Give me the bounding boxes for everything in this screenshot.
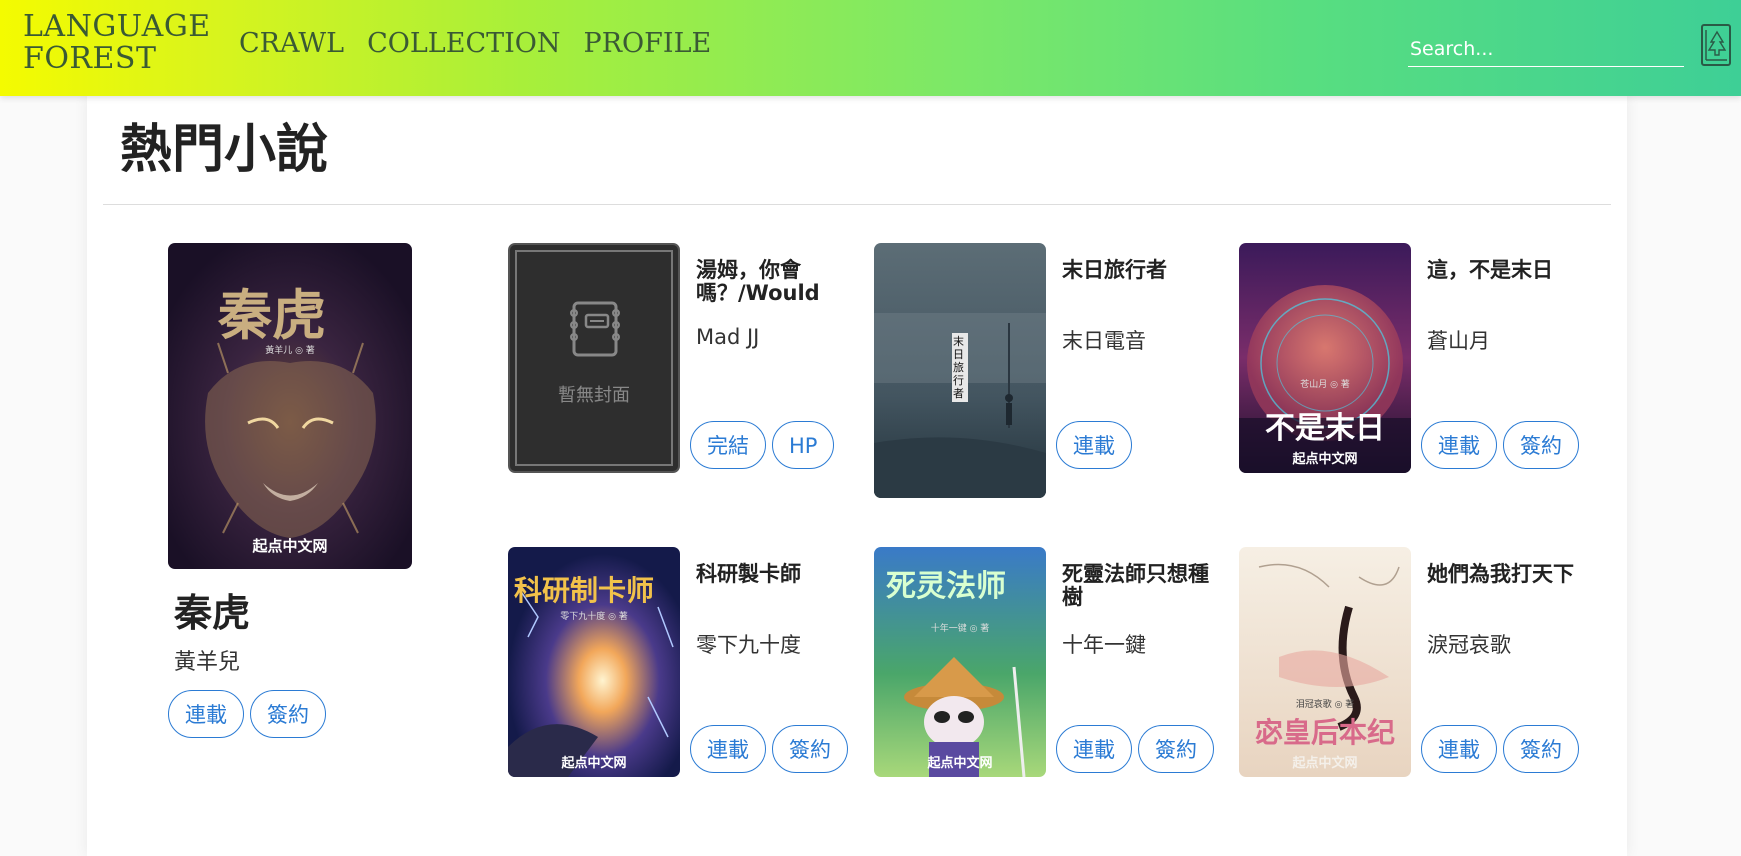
tag-signed[interactable]: 簽約 [772, 725, 848, 773]
book-cover[interactable]: 苍山月 ◎ 著 不是末日 起点中文网 [1239, 243, 1411, 473]
featured-cover-title: 秦虎 [218, 283, 326, 347]
cover-title: 不是末日 [1265, 411, 1385, 446]
book-author: 零下九十度 [696, 633, 801, 657]
tag-serializing[interactable]: 連載 [1056, 725, 1132, 773]
featured-cover-author: 黃羊儿 ◎ 著 [265, 346, 315, 356]
cover-brand: 起点中文网 [1292, 756, 1358, 771]
cover-brand: 起点中文网 [1292, 452, 1358, 467]
featured-book-tags: 連載 簽約 [168, 690, 326, 738]
tag-serializing[interactable]: 連載 [1421, 421, 1497, 469]
logo-line-1: LANGUAGE [23, 9, 211, 44]
cover-title: 宓皇后本纪 [1254, 716, 1395, 749]
forest-book-icon[interactable] [1701, 24, 1731, 66]
tag-serializing[interactable]: 連載 [1056, 421, 1132, 469]
book-cover[interactable]: 末日旅行者 [874, 243, 1046, 498]
nav-collection[interactable]: COLLECTION [367, 28, 560, 59]
book-author: 末日電音 [1062, 329, 1146, 353]
book-cover[interactable]: 死灵法师 十年一键 ◎ 著 起点中文网 [874, 547, 1046, 777]
book-tags: 連載 簽約 [690, 725, 848, 773]
book-tags: 連載 簽約 [1056, 725, 1214, 773]
book-title[interactable]: 末日旅行者 [1062, 259, 1212, 282]
main-nav: CRAWL COLLECTION PROFILE [239, 28, 711, 59]
book-card[interactable]: 苍山月 ◎ 著 不是末日 起点中文网 這，不是末日 蒼山月 連載 簽約 [1239, 243, 1589, 503]
nav-crawl[interactable]: CRAWL [239, 28, 344, 59]
book-tags: 連載 簽約 [1421, 421, 1579, 469]
book-tags: 連載 [1056, 421, 1132, 469]
book-title[interactable]: 科研製卡師 [696, 563, 846, 586]
book-card[interactable]: 泪冠哀歌 ◎ 著 宓皇后本纪 起点中文网 她們為我打天下 淚冠哀歌 連載 簽約 [1239, 547, 1589, 807]
cover-brand: 起点中文网 [927, 756, 993, 771]
book-title[interactable]: 這，不是末日 [1427, 259, 1577, 282]
tag-serializing[interactable]: 連載 [1421, 725, 1497, 773]
book-author: 淚冠哀歌 [1427, 633, 1511, 657]
search-input[interactable] [1408, 32, 1684, 67]
featured-book-cover[interactable]: 秦虎 黃羊儿 ◎ 著 起点中文网 [168, 243, 412, 569]
tag-signed[interactable]: 簽約 [1503, 421, 1579, 469]
cover-author: 十年一键 ◎ 著 [930, 624, 990, 634]
book-cover[interactable]: 泪冠哀歌 ◎ 著 宓皇后本纪 起点中文网 [1239, 547, 1411, 777]
cover-author: 苍山月 ◎ 著 [1300, 380, 1350, 390]
title-divider [103, 204, 1611, 205]
tag-serializing[interactable]: 連載 [690, 725, 766, 773]
cover-title: 科研制卡师 [514, 574, 655, 607]
tag-signed[interactable]: 簽約 [1138, 725, 1214, 773]
tag-signed[interactable]: 簽約 [250, 690, 326, 738]
page-title: 熱門小說 [120, 120, 329, 180]
no-cover-label: 暫無封面 [558, 385, 630, 406]
featured-book-title[interactable]: 秦虎 [174, 582, 250, 637]
cover-title: 死灵法师 [886, 569, 1006, 604]
book-author: 蒼山月 [1427, 329, 1490, 353]
book-card[interactable]: 暫無封面 湯姆，你會嗎？/Would Mad JJ 完結 HP [508, 243, 858, 503]
featured-cover-brand: 起点中文网 [252, 537, 328, 555]
nav-profile[interactable]: PROFILE [584, 28, 712, 59]
top-navbar: LANGUAGE FOREST CRAWL COLLECTION PROFILE [0, 0, 1741, 96]
cover-author: 泪冠哀歌 ◎ 著 [1295, 700, 1355, 710]
book-tags: 完結 HP [690, 421, 835, 469]
site-logo[interactable]: LANGUAGE FOREST [23, 11, 211, 75]
book-author: Mad JJ [696, 325, 760, 349]
cover-brand: 起点中文网 [561, 756, 627, 771]
cover-vertical-title: 末日旅行者 [952, 333, 968, 402]
book-card[interactable]: 末日旅行者 末日旅行者 末日電音 連載 [874, 243, 1224, 503]
tag-hp[interactable]: HP [772, 421, 835, 469]
book-tags: 連載 簽約 [1421, 725, 1579, 773]
notebook-icon [570, 301, 620, 357]
main-content-card: 熱門小說 秦虎 黃羊儿 ◎ 著 起点中文网 秦虎 黃羊兒 連載 簽約 暫無封面 … [87, 96, 1627, 856]
book-title[interactable]: 湯姆，你會嗎？/Would [696, 259, 846, 305]
book-card[interactable]: 死灵法师 十年一键 ◎ 著 起点中文网 死靈法師只想種樹 十年一鍵 連載 簽約 [874, 547, 1224, 807]
tag-signed[interactable]: 簽約 [1503, 725, 1579, 773]
book-card[interactable]: 科研制卡师 零下九十度 ◎ 著 起点中文网 科研製卡師 零下九十度 連載 簽約 [508, 547, 858, 807]
featured-book-author: 黃羊兒 [174, 650, 241, 675]
book-title[interactable]: 死靈法師只想種樹 [1062, 563, 1212, 609]
book-title[interactable]: 她們為我打天下 [1427, 563, 1577, 586]
logo-line-2: FOREST [23, 41, 157, 76]
tag-serializing[interactable]: 連載 [168, 690, 244, 738]
tree-icon [1705, 30, 1727, 61]
tag-completed[interactable]: 完結 [690, 421, 766, 469]
book-cover-placeholder[interactable]: 暫無封面 [508, 243, 680, 473]
cover-author: 零下九十度 ◎ 著 [560, 612, 628, 622]
book-cover[interactable]: 科研制卡师 零下九十度 ◎ 著 起点中文网 [508, 547, 680, 777]
book-author: 十年一鍵 [1062, 633, 1146, 657]
